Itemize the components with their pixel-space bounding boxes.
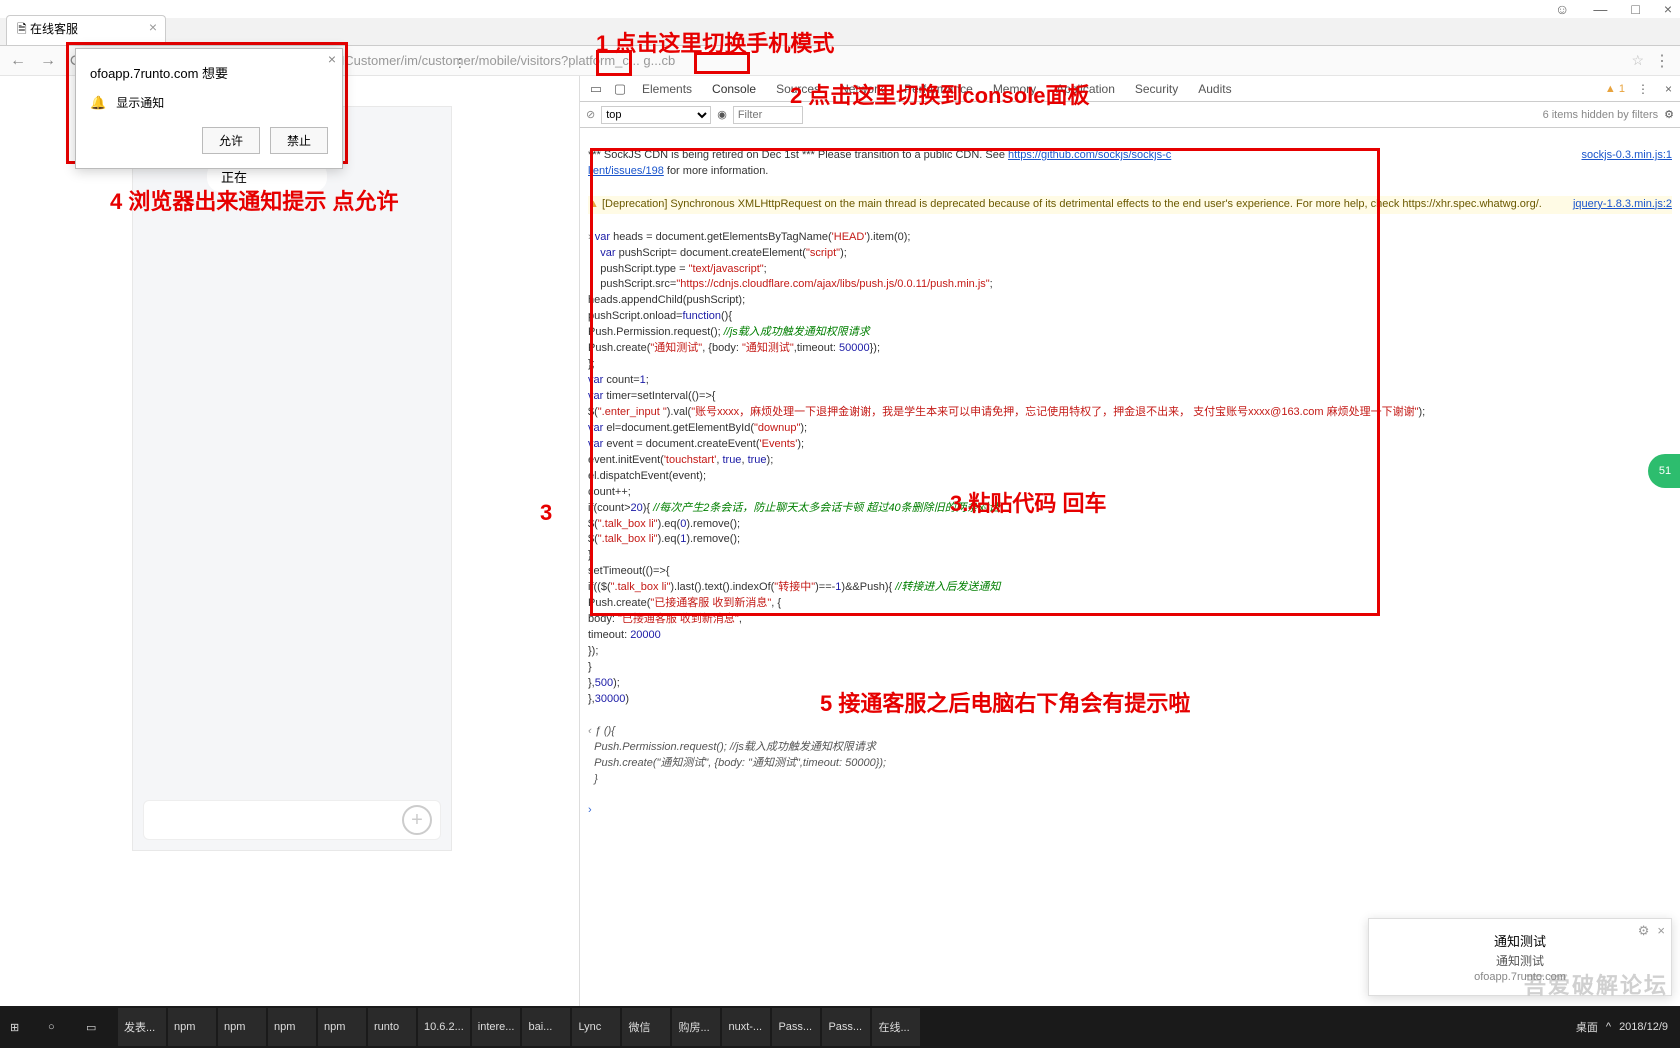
block-button[interactable]: 禁止: [270, 127, 328, 154]
popup-title: ofoapp.7runto.com 想要: [90, 63, 328, 82]
taskview-icon[interactable]: ▭: [80, 1008, 116, 1046]
popup-item: 显示通知: [116, 94, 164, 111]
clear-console-icon[interactable]: ⊘: [586, 108, 595, 121]
inspect-icon[interactable]: ▭: [584, 81, 608, 97]
device-toggle-icon[interactable]: ▢: [608, 81, 632, 97]
task-item[interactable]: bai...: [522, 1008, 570, 1046]
console-settings-icon[interactable]: ⚙: [1664, 108, 1674, 121]
devtools-more-icon[interactable]: ⋮: [1629, 82, 1657, 96]
tray-caret-icon[interactable]: ^: [1606, 1021, 1611, 1033]
chat-input-bar[interactable]: +: [143, 800, 441, 840]
devtools-tabbar: ▭ ▢ Elements Console Sources Network Per…: [580, 76, 1680, 102]
console-return: ‹ ƒ (){ Push.Permission.request(); //js载…: [588, 724, 1672, 788]
tab-sources[interactable]: Sources: [766, 76, 830, 102]
task-item[interactable]: 购房...: [672, 1008, 720, 1046]
user-icon[interactable]: ☺: [1555, 1, 1569, 17]
task-item[interactable]: npm: [318, 1008, 366, 1046]
bookmark-star-icon[interactable]: ☆: [1631, 52, 1644, 69]
forward-button[interactable]: →: [36, 52, 60, 70]
tab-title: 在线客服: [30, 22, 78, 36]
tab-console[interactable]: Console: [702, 76, 766, 102]
back-button[interactable]: ←: [6, 52, 30, 70]
close-button[interactable]: ×: [1664, 1, 1672, 17]
mobile-frame: 正在 +: [132, 106, 452, 851]
console-output[interactable]: sockjs-0.3.min.js:1*** SockJS CDN is bei…: [580, 128, 1680, 1006]
task-item[interactable]: 在线...: [872, 1008, 920, 1046]
device-viewport-pane: 正在 +: [0, 76, 580, 1006]
filter-input[interactable]: [733, 106, 803, 124]
plus-icon[interactable]: +: [402, 805, 432, 835]
toast-body: 通知测试: [1381, 952, 1659, 969]
tab-performance[interactable]: Performance: [894, 76, 983, 102]
windows-taskbar: ⊞ ○ ▭ 发表... npm npm npm npm runto 10.6.2…: [0, 1006, 1680, 1048]
source-link[interactable]: jquery-1.8.3.min.js:2: [1573, 197, 1672, 213]
browser-tab[interactable]: 🗎 在线客服 ×: [6, 15, 166, 45]
eye-icon[interactable]: ◉: [717, 108, 727, 121]
tab-audits[interactable]: Audits: [1188, 76, 1241, 102]
task-item[interactable]: 发表...: [118, 1008, 166, 1046]
devtools-close-icon[interactable]: ×: [1657, 82, 1680, 96]
minimize-button[interactable]: —: [1593, 1, 1607, 17]
tab-network[interactable]: Network: [830, 76, 894, 102]
task-item[interactable]: Pass...: [822, 1008, 870, 1046]
task-item[interactable]: intere...: [472, 1008, 521, 1046]
tab-memory[interactable]: Memory: [983, 76, 1046, 102]
device-more-icon[interactable]: ⋮: [454, 56, 466, 70]
console-prompt[interactable]: ›: [588, 803, 1672, 819]
link[interactable]: lient/issues/198: [588, 165, 664, 177]
task-item[interactable]: 微信: [622, 1008, 670, 1046]
log-line: sockjs-0.3.min.js:1*** SockJS CDN is bei…: [588, 148, 1672, 180]
tray-label: 桌面: [1576, 1019, 1598, 1035]
context-select[interactable]: top: [601, 106, 711, 124]
watermark: 吾爱破解论坛: [1524, 968, 1668, 1000]
task-item[interactable]: runto: [368, 1008, 416, 1046]
start-button[interactable]: ⊞: [4, 1008, 40, 1046]
warning-count[interactable]: ▲ 1: [1601, 83, 1629, 95]
task-item[interactable]: nuxt-...: [722, 1008, 770, 1046]
warning-line: jquery-1.8.3.min.js:2[Deprecation] Synch…: [588, 196, 1672, 214]
tab-application[interactable]: Application: [1046, 76, 1125, 102]
console-toolbar: ⊘ top ◉ 6 items hidden by filters ⚙: [580, 102, 1680, 128]
bell-icon: 🔔: [90, 95, 106, 111]
hidden-count: 6 items hidden by filters: [1543, 109, 1659, 121]
notification-permission-popup: × ofoapp.7runto.com 想要 🔔 显示通知 允许 禁止: [75, 48, 343, 169]
side-badge[interactable]: 51: [1648, 454, 1680, 488]
task-item[interactable]: npm: [268, 1008, 316, 1046]
task-item[interactable]: Pass...: [772, 1008, 820, 1046]
tab-favicon: 🗎: [17, 22, 27, 36]
cortana-icon[interactable]: ○: [42, 1008, 78, 1046]
browser-tabbar: 🗎 在线客服 ×: [0, 18, 1680, 46]
task-item[interactable]: 10.6.2...: [418, 1008, 470, 1046]
console-input-echo: › var heads = document.getElementsByTagN…: [588, 230, 1672, 708]
source-link[interactable]: sockjs-0.3.min.js:1: [1582, 148, 1672, 164]
allow-button[interactable]: 允许: [202, 127, 260, 154]
task-item[interactable]: npm: [218, 1008, 266, 1046]
task-item[interactable]: Lync: [572, 1008, 620, 1046]
close-icon[interactable]: ×: [328, 51, 336, 67]
toast-title: 通知测试: [1381, 931, 1659, 950]
tray-time: 2018/12/9: [1619, 1021, 1668, 1033]
tab-elements[interactable]: Elements: [632, 76, 702, 102]
window-titlebar: ☺ — □ ×: [0, 0, 1680, 18]
system-tray[interactable]: 桌面 ^ 2018/12/9: [1576, 1019, 1676, 1035]
task-item[interactable]: npm: [168, 1008, 216, 1046]
devtools-panel: ▭ ▢ Elements Console Sources Network Per…: [580, 76, 1680, 1006]
link[interactable]: https://xhr.spec.whatwg.org/: [1402, 198, 1538, 210]
link[interactable]: https://github.com/sockjs/sockjs-c: [1008, 149, 1171, 161]
close-icon[interactable]: ×: [1657, 923, 1665, 939]
menu-button[interactable]: ⋮: [1650, 51, 1674, 71]
tab-security[interactable]: Security: [1125, 76, 1188, 102]
gear-icon[interactable]: ⚙: [1638, 923, 1650, 939]
maximize-button[interactable]: □: [1631, 1, 1639, 17]
tab-close-icon[interactable]: ×: [149, 19, 157, 35]
